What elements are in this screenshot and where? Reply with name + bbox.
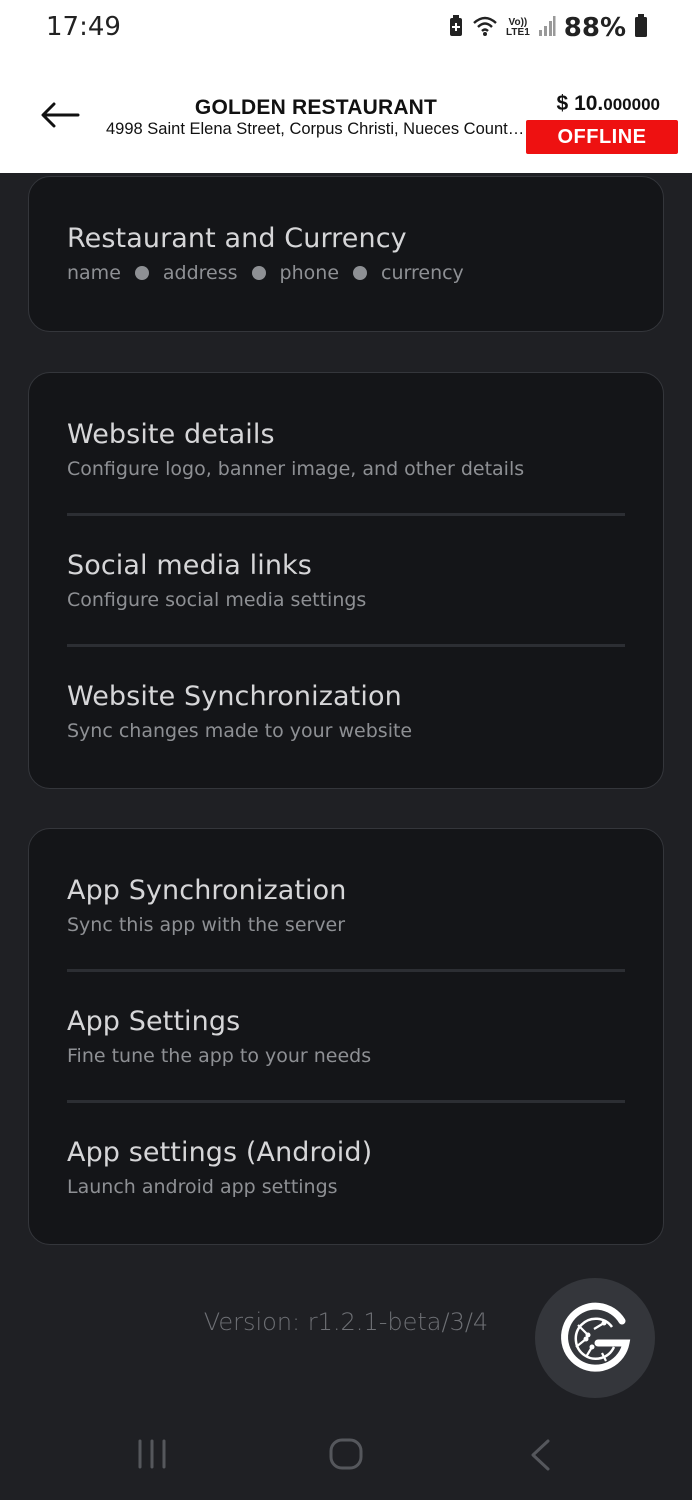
website-details-item[interactable]: Website details Configure logo, banner i… [67, 419, 625, 480]
balance-currency: $ [556, 92, 569, 115]
back-button[interactable] [40, 100, 80, 130]
divider [67, 969, 625, 972]
signal-icon [538, 15, 556, 42]
divider [67, 644, 625, 647]
item-subtitle: Sync changes made to your website [67, 720, 413, 742]
battery-saver-icon [448, 14, 464, 42]
app-sync-item[interactable]: App Synchronization Sync this app with t… [67, 875, 625, 936]
status-time: 17:49 [46, 12, 121, 42]
restaurant-address: 4998 Saint Elena Street, Corpus Christi,… [106, 120, 526, 138]
chevron-left-icon [531, 1439, 550, 1471]
status-badge: OFFLINE [526, 120, 678, 154]
item-subtitle: Configure logo, banner image, and other … [67, 458, 525, 480]
divider [67, 513, 625, 516]
item-title: Restaurant and Currency [67, 223, 407, 254]
arrow-left-icon [41, 102, 80, 128]
item-title: App settings (Android) [67, 1137, 373, 1168]
item-subtitle: Launch android app settings [67, 1176, 338, 1198]
website-card: Website details Configure logo, banner i… [28, 372, 664, 789]
system-back-button[interactable] [528, 1438, 552, 1477]
status-bar: 17:49 Vo)) LTE1 88% [0, 0, 692, 58]
item-subtitle: Fine tune the app to your needs [67, 1045, 372, 1067]
g-logo-icon [561, 1302, 631, 1372]
recent-apps-icon [138, 1439, 166, 1469]
wifi-icon [472, 15, 498, 42]
network-type: Vo)) LTE1 [506, 17, 530, 38]
app-settings-item[interactable]: App Settings Fine tune the app to your n… [67, 1006, 625, 1067]
dot-separator [134, 266, 149, 280]
dot-separator [251, 266, 266, 280]
status-icons: Vo)) LTE1 88% [448, 10, 648, 46]
battery-icon [634, 13, 648, 43]
balance-int: 10. [574, 92, 604, 115]
recent-apps-button[interactable] [136, 1438, 168, 1475]
item-title: App Synchronization [67, 875, 347, 906]
home-button[interactable] [328, 1437, 364, 1476]
item-tags: name address phone currency [67, 262, 464, 284]
item-title: Social media links [67, 550, 312, 581]
item-subtitle: Configure social media settings [67, 589, 367, 611]
item-title: Website details [67, 419, 275, 450]
divider [67, 1100, 625, 1103]
item-title: App Settings [67, 1006, 241, 1037]
app-header: GOLDEN RESTAURANT 4998 Saint Elena Stree… [0, 58, 692, 173]
app-card: App Synchronization Sync this app with t… [28, 828, 664, 1245]
android-settings-item[interactable]: App settings (Android) Launch android ap… [67, 1137, 625, 1198]
website-sync-item[interactable]: Website Synchronization Sync changes mad… [67, 681, 625, 742]
restaurant-card: Restaurant and Currency name address phone… [28, 176, 664, 332]
logo-fab-button[interactable] [535, 1278, 655, 1398]
battery-percent: 88% [563, 13, 626, 43]
restaurant-and-currency-item[interactable]: Restaurant and Currency name address phone… [67, 223, 625, 284]
social-media-links-item[interactable]: Social media links Configure social medi… [67, 550, 625, 611]
dot-separator [353, 266, 368, 280]
system-nav-bar [0, 1410, 692, 1500]
item-title: Website Synchronization [67, 681, 402, 712]
restaurant-name: GOLDEN RESTAURANT [194, 96, 438, 119]
item-subtitle: Sync this app with the server [67, 914, 346, 936]
balance-decimals: 000000 [603, 95, 660, 114]
home-icon [329, 1438, 363, 1470]
balance: $ 10.000000 [557, 92, 660, 116]
